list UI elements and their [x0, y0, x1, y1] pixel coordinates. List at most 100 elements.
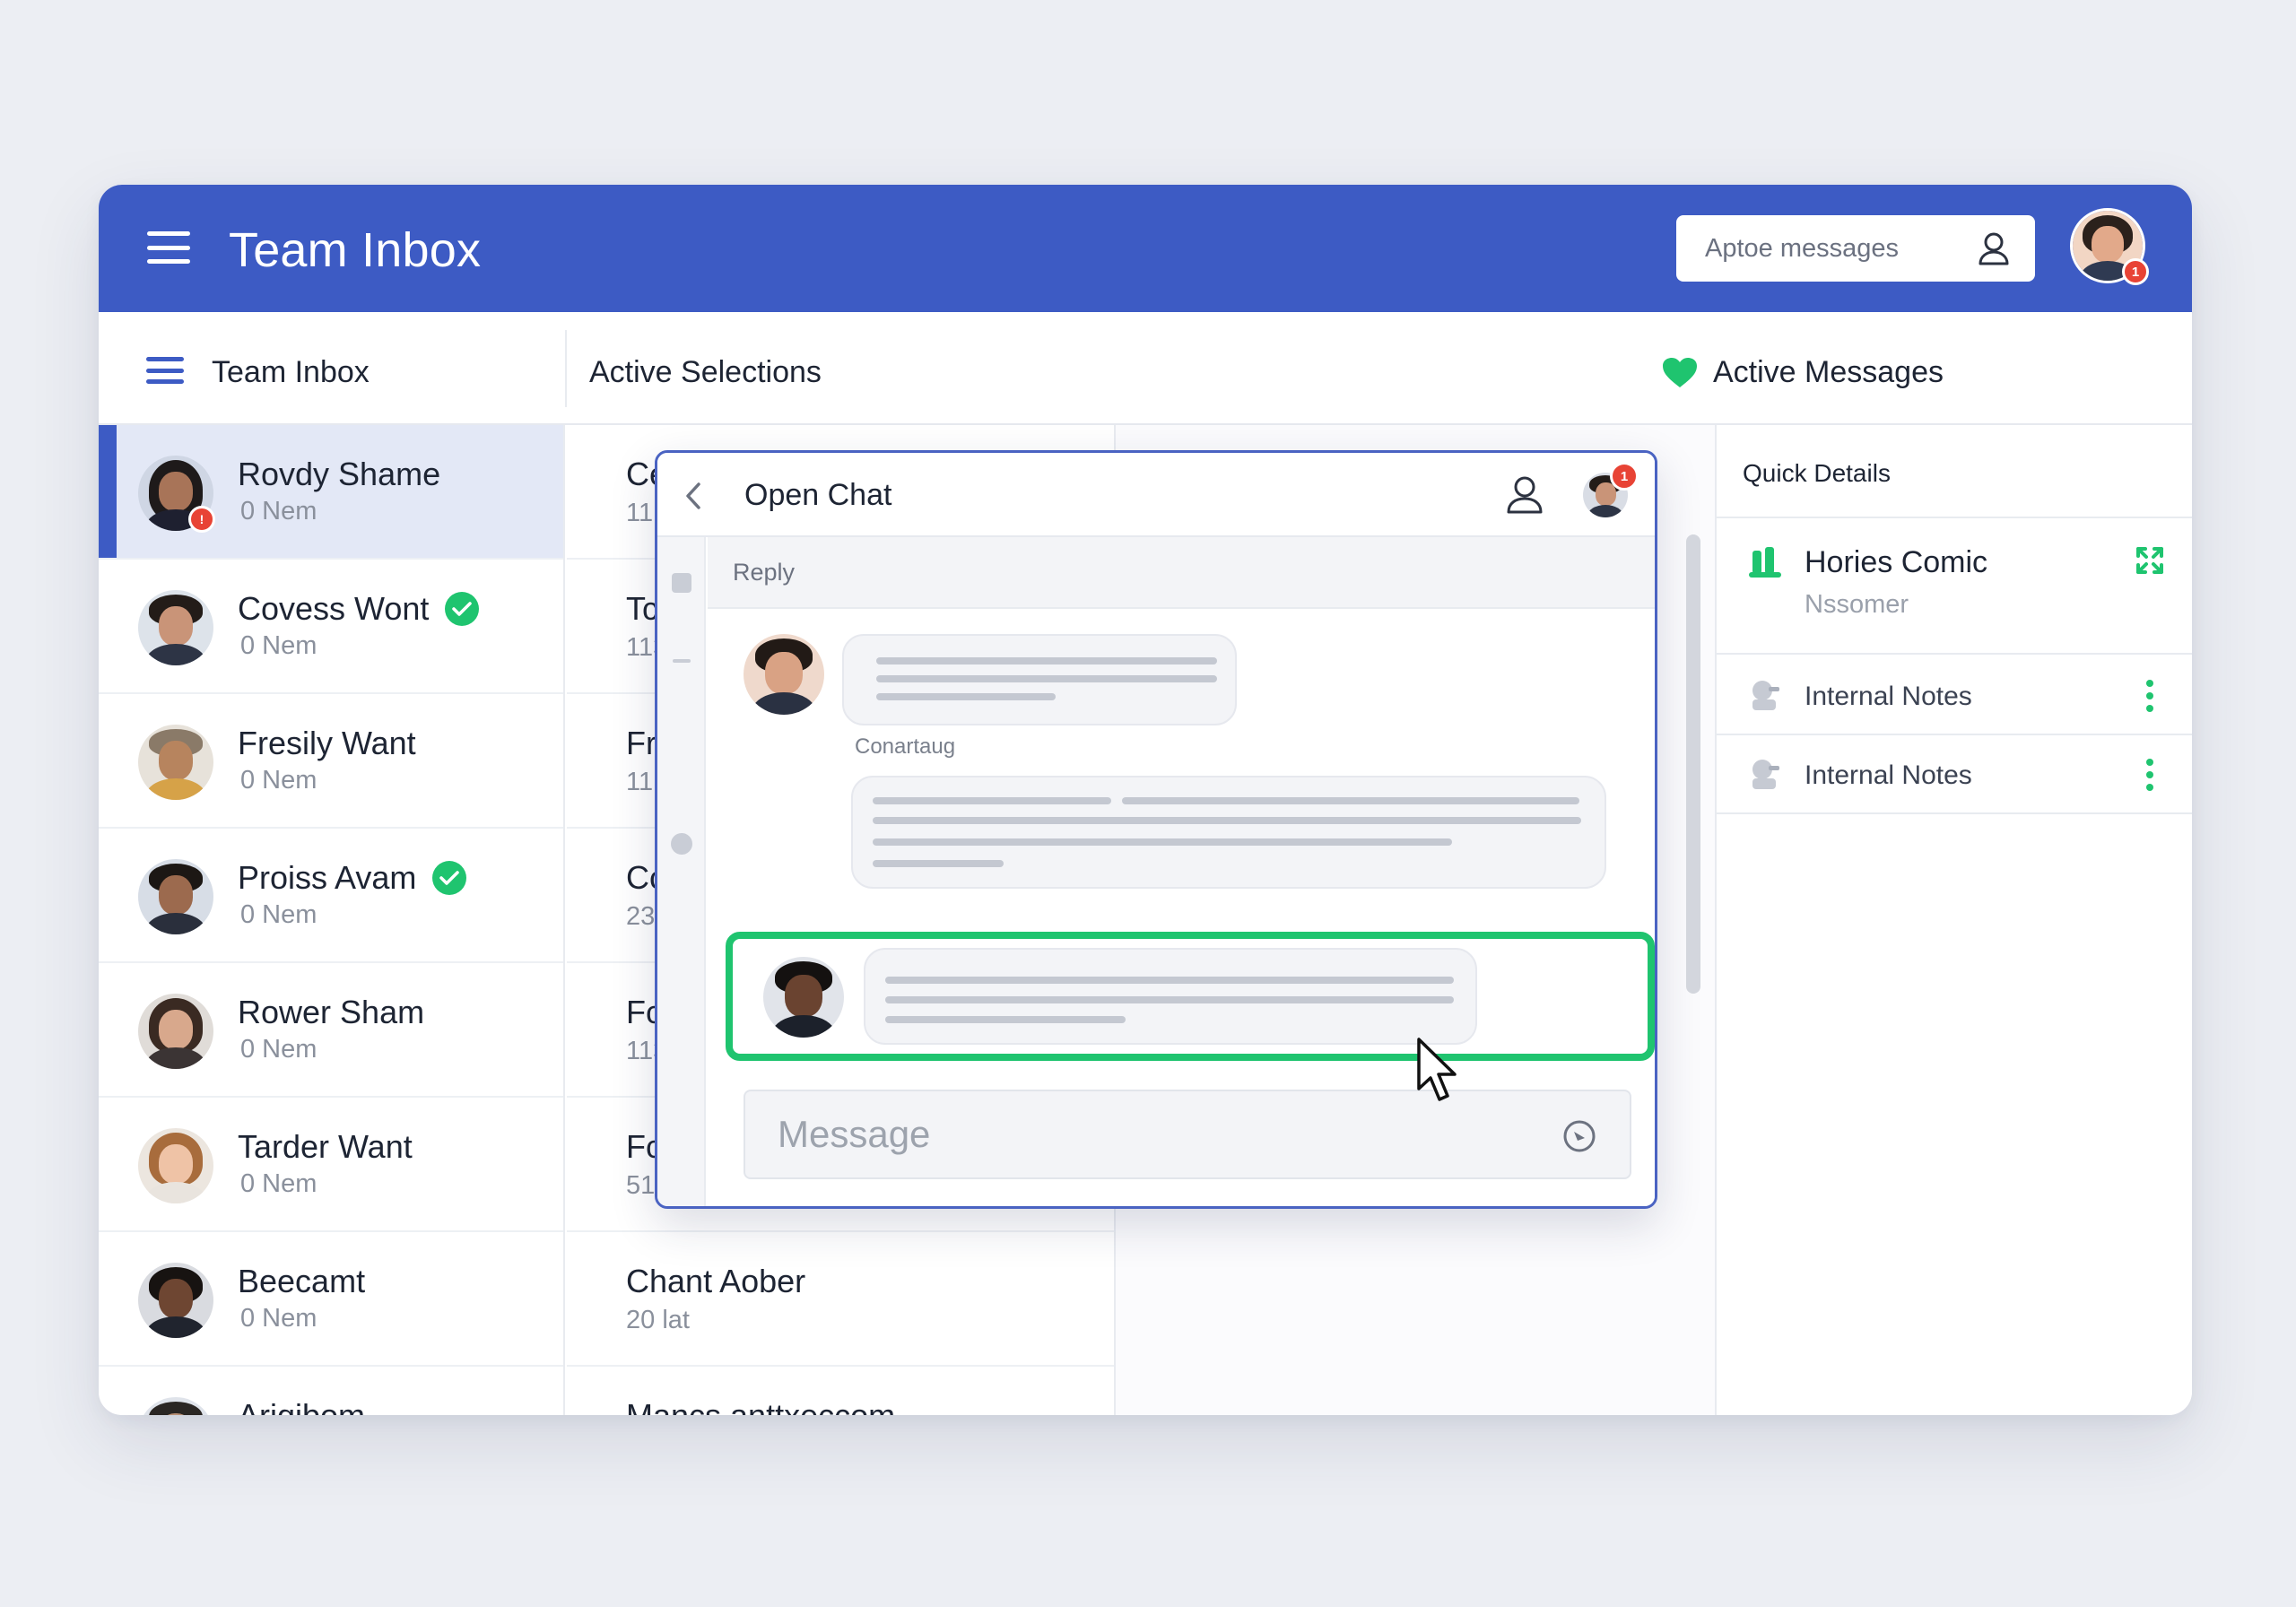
message-composer[interactable] [744, 1090, 1631, 1179]
contact-item[interactable]: Covess Wont 0 Nem [99, 560, 563, 694]
profile-avatar[interactable]: 1 [2070, 208, 2149, 285]
contact-sub: 0 Nem [240, 900, 317, 929]
avatar: ! [138, 456, 215, 533]
chat-side-rail [657, 537, 706, 1206]
avatar [138, 1397, 213, 1415]
chat-title: Open Chat [744, 478, 892, 512]
conversation-item[interactable]: Chant Aober 20 lat [567, 1232, 1114, 1367]
active-messages-label: Active Messages [1713, 355, 1944, 389]
more-options-icon[interactable] [2145, 680, 2154, 712]
contact-list: ! Rovdy Shame 0 Nem Covess Wont 0 Nem Fr… [99, 425, 565, 1415]
message-bubble [851, 776, 1606, 889]
search-input[interactable] [1676, 215, 1972, 282]
check-circle-icon [432, 861, 466, 895]
conversation-sub: 51 [626, 1171, 656, 1200]
contact-card[interactable]: Hories Comic Nssomer [1717, 518, 2192, 655]
avatar [763, 957, 844, 1038]
rail-circle-icon[interactable] [671, 833, 692, 855]
conversation-sub: 20 lat [626, 1306, 690, 1334]
contact-name: Tarder Want [238, 1128, 413, 1165]
contact-sub: 0 Nem [240, 1169, 317, 1198]
reply-label: Reply [733, 559, 796, 586]
mouse-pointer-icon [1417, 1038, 1457, 1101]
open-chat-window[interactable]: Open Chat 1 Reply Conartaug Message [655, 450, 1657, 1209]
contact-sub: 0 Nem [240, 1035, 317, 1064]
avatar [138, 725, 213, 800]
reply-bar[interactable]: Reply [708, 537, 1655, 609]
avatar [138, 994, 213, 1069]
user-icon[interactable] [1506, 474, 1544, 514]
contact-name: Proiss Avam [238, 859, 417, 896]
avatar [744, 634, 824, 715]
contact-item[interactable]: Fresily Want 0 Nem [99, 694, 563, 829]
avatar [138, 859, 213, 934]
item-label: Internal Notes [1805, 760, 1972, 790]
contact-item[interactable]: ! Rovdy Shame 0 Nem [99, 425, 563, 560]
chevron-left-icon[interactable] [684, 482, 702, 510]
contact-name: Fresily Want [238, 725, 416, 761]
active-selections-label: Active Selections [589, 355, 822, 389]
conversation-item[interactable]: Mancs anttxeccom [567, 1367, 1114, 1415]
message-input[interactable] [745, 1091, 1552, 1177]
message-area: Conartaug [708, 611, 1655, 1206]
card-sub: Nssomer [1805, 590, 1909, 619]
quick-details-title: Quick Details [1743, 459, 1891, 487]
more-options-icon[interactable] [2145, 759, 2154, 791]
app-title: Team Inbox [229, 223, 482, 277]
send-icon[interactable] [1561, 1118, 1597, 1154]
inbox-title: Team Inbox [212, 355, 370, 389]
contact-card-icon [1749, 547, 1781, 578]
expand-icon[interactable] [2135, 545, 2165, 576]
contact-sub: 0 Nem [240, 766, 317, 795]
conversation-sub: 11 [626, 499, 654, 527]
contact-sub: 0 Nem [240, 497, 317, 526]
conversation-title: Fr [626, 725, 657, 761]
menu-icon[interactable] [147, 231, 190, 264]
quick-details-header: Quick Details [1717, 425, 2192, 518]
divider [565, 330, 567, 407]
conversation-sub: 11 [626, 768, 654, 796]
heart-icon [1663, 358, 1697, 387]
contact-name: Covess Wont [238, 590, 430, 627]
conversation-sub: 23 [626, 902, 656, 931]
card-name: Hories Comic [1805, 545, 1988, 579]
user-icon[interactable] [1978, 231, 2010, 265]
internal-notes-item[interactable]: Internal Notes [1717, 735, 2192, 814]
top-bar: Team Inbox 1 [99, 185, 2192, 312]
chat-contact-avatar[interactable]: 1 [1583, 462, 1639, 517]
highlighted-message[interactable] [726, 932, 1655, 1061]
scrollbar[interactable] [1686, 534, 1700, 994]
rail-minus-icon[interactable] [673, 659, 691, 663]
search-box[interactable] [1676, 215, 2035, 282]
contact-item[interactable]: Rower Sham 0 Nem [99, 963, 563, 1098]
conversation-title: Tc [626, 590, 658, 627]
list-menu-icon[interactable] [146, 357, 184, 384]
alert-badge: ! [188, 506, 215, 533]
avatar [138, 1263, 213, 1338]
contact-item[interactable]: Tarder Want 0 Nem [99, 1098, 563, 1232]
item-label: Internal Notes [1805, 682, 1972, 711]
contact-name: Rower Sham [238, 994, 425, 1030]
contact-name: Rovdy Shame [238, 456, 441, 492]
conversation-label: Conartaug [855, 734, 956, 759]
conversation-title: Chant Aober [626, 1263, 806, 1299]
conversation-title: Mancs anttxeccom [626, 1397, 895, 1415]
notes-icon [1752, 760, 1779, 789]
contact-item[interactable]: Proiss Avam 0 Nem [99, 829, 563, 963]
avatar [138, 1128, 213, 1203]
check-circle-icon [445, 592, 479, 626]
contact-sub: 0 Nem [240, 1304, 317, 1333]
contact-item[interactable]: Beecamt 0 Nem [99, 1232, 563, 1367]
contact-name: Beecamt [238, 1263, 366, 1299]
chat-badge: 1 [1610, 462, 1639, 491]
contact-name: Ariqibom [238, 1397, 365, 1415]
notification-badge: 1 [2122, 258, 2149, 285]
notes-icon [1752, 681, 1779, 710]
contact-item[interactable]: Ariqibom [99, 1367, 563, 1415]
avatar [138, 590, 213, 665]
message-bubble [864, 948, 1477, 1045]
rail-square-icon[interactable] [672, 573, 691, 593]
sub-header: Team Inbox Active Selections Active Mess… [99, 312, 2192, 425]
internal-notes-item[interactable]: Internal Notes [1717, 656, 2192, 735]
message-bubble [842, 634, 1237, 725]
